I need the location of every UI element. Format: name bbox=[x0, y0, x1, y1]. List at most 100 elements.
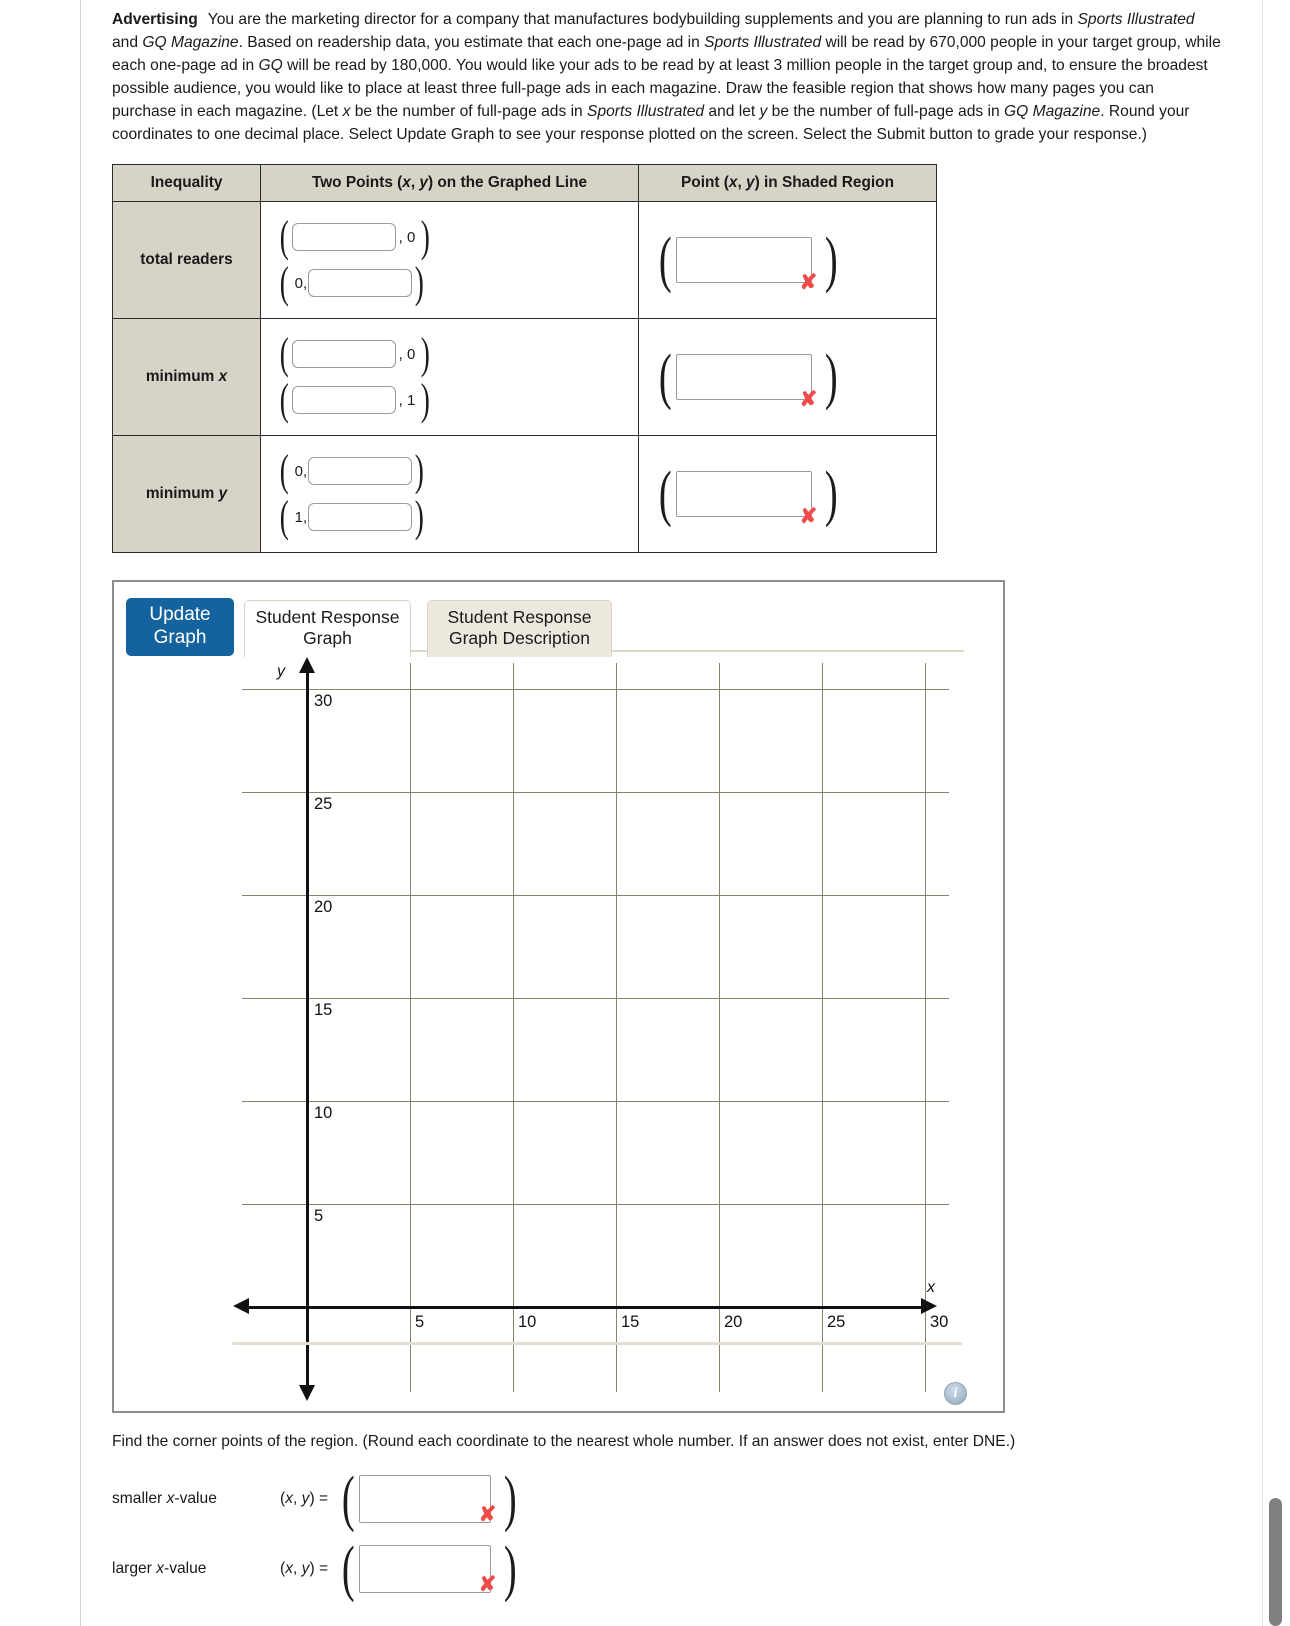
y-coordinate-input-r2-p0[interactable] bbox=[308, 457, 413, 486]
shaded-point-cell: (✘) bbox=[638, 435, 937, 554]
shaded-point-cell: (✘) bbox=[638, 201, 937, 320]
emphasis-text: GQ Magazine bbox=[142, 34, 239, 52]
x-axis bbox=[248, 1306, 925, 1309]
emphasis-text: Sports Illustrated bbox=[587, 103, 705, 121]
x-coordinate-input-r1-p1[interactable] bbox=[291, 386, 396, 415]
gridline-horizontal-15 bbox=[242, 998, 949, 999]
fixed-x-value: 1, bbox=[294, 508, 308, 526]
table-row: total readers (, 0)(0,) (✘) bbox=[112, 201, 937, 320]
corner-point-equation-1: (x, y) = bbox=[280, 1560, 329, 1578]
gridline-vertical-10 bbox=[513, 663, 514, 1392]
header-inequality: Inequality bbox=[112, 164, 261, 203]
table-header-row: Inequality Two Points (x, y) on the Grap… bbox=[112, 164, 937, 203]
shaded-coordinate-entry: (✘) bbox=[658, 460, 838, 529]
fixed-y-value: , 0 bbox=[398, 228, 416, 246]
emphasis-text: Sports Illustrated bbox=[704, 34, 822, 52]
gridline-vertical-20 bbox=[719, 663, 720, 1392]
corner-point-label-1: larger x-value bbox=[112, 1560, 207, 1578]
body-text: be the number of full-page ads in bbox=[350, 103, 588, 121]
coordinate-pair: (, 0) bbox=[279, 212, 431, 262]
shaded-point-input-r1[interactable] bbox=[675, 354, 812, 401]
corner-points-prompt: Find the corner points of the region. (R… bbox=[112, 1433, 1016, 1450]
inequality-table: Inequality Two Points (x, y) on the Grap… bbox=[112, 164, 937, 554]
corner-point-input-1[interactable] bbox=[358, 1545, 491, 1594]
y-axis-arrow-up bbox=[299, 657, 315, 673]
corner-point-row-1: larger x-value (x, y) = (✘) bbox=[112, 1535, 518, 1604]
panel-bottom-rule bbox=[232, 1342, 962, 1345]
page-left-divider bbox=[80, 0, 81, 1626]
shaded-point-input-r2[interactable] bbox=[675, 471, 812, 518]
y-axis-label: y bbox=[277, 663, 285, 680]
y-tick-label-25: 25 bbox=[314, 795, 333, 813]
shaded-point-cell: (✘) bbox=[638, 318, 937, 437]
graph-canvas[interactable]: 5 10 15 20 25 30 5 10 15 20 25 30 y x i bbox=[114, 652, 1003, 1412]
x-tick-label-30: 30 bbox=[930, 1313, 949, 1331]
x-axis-arrow-right bbox=[921, 1298, 937, 1314]
vertical-scrollbar-thumb[interactable] bbox=[1269, 1498, 1282, 1626]
y-tick-label-15: 15 bbox=[314, 1001, 333, 1019]
tab-graph-line1: Student Response bbox=[255, 607, 400, 627]
tab-desc-line2: Graph Description bbox=[448, 628, 591, 649]
incorrect-answer-icon: ✘ bbox=[799, 271, 818, 295]
tab-student-response-graph[interactable]: Student Response Graph bbox=[244, 600, 411, 657]
page-content: Advertising You are the marketing directo… bbox=[112, 0, 1222, 554]
x-tick-label-15: 15 bbox=[621, 1313, 640, 1331]
gridline-vertical-5 bbox=[410, 663, 411, 1392]
shaded-coordinate-entry: (✘) bbox=[658, 343, 838, 412]
y-tick-label-20: 20 bbox=[314, 898, 333, 916]
coordinate-pair: (0,) bbox=[279, 258, 425, 308]
two-points-cell: (0,)(1,) bbox=[260, 435, 639, 554]
fixed-x-value: 0, bbox=[294, 462, 308, 480]
x-coordinate-input-r0-p0[interactable] bbox=[291, 223, 396, 252]
x-tick-label-25: 25 bbox=[827, 1313, 846, 1331]
gridline-vertical-15 bbox=[616, 663, 617, 1392]
corner-point-input-0[interactable] bbox=[358, 1475, 491, 1524]
corner-points-section: Find the corner points of the region. (R… bbox=[112, 1430, 1222, 1604]
body-text: . Based on readership data, you estimate… bbox=[238, 34, 705, 52]
shaded-point-input-r0[interactable] bbox=[675, 237, 812, 284]
gridline-horizontal-20 bbox=[242, 895, 949, 896]
y-coordinate-input-r2-p1[interactable] bbox=[308, 503, 413, 532]
row-label-total-readers: total readers bbox=[112, 201, 261, 320]
incorrect-answer-icon: ✘ bbox=[799, 388, 818, 412]
coordinate-pair: (0,) bbox=[279, 446, 425, 496]
table-row: minimum y(0,)(1,)(✘) bbox=[112, 435, 937, 554]
gridline-horizontal-30 bbox=[242, 689, 949, 690]
update-graph-button[interactable]: Update Graph bbox=[126, 598, 234, 656]
problem-body: You are the marketing director for a com… bbox=[112, 11, 1221, 143]
header-two-points: Two Points (x, y) on the Graphed Line bbox=[260, 164, 639, 203]
coordinate-pair: (, 1) bbox=[279, 375, 431, 425]
x-tick-label-20: 20 bbox=[724, 1313, 743, 1331]
y-axis-arrow-down bbox=[299, 1385, 315, 1401]
emphasis-text: Sports Illustrated bbox=[1077, 11, 1195, 28]
problem-statement: Advertising You are the marketing directo… bbox=[112, 0, 1222, 146]
x-axis-label: x bbox=[927, 1279, 935, 1296]
y-coordinate-input-r0-p1[interactable] bbox=[308, 269, 413, 298]
gridline-vertical-30 bbox=[925, 663, 926, 1392]
body-text: be the number of full-page ads in bbox=[767, 103, 1004, 121]
fixed-y-value: , 1 bbox=[398, 391, 416, 409]
tab-desc-line1: Student Response bbox=[447, 607, 592, 627]
x-axis-arrow-left bbox=[233, 1298, 249, 1314]
corner-point-label-0: smaller x-value bbox=[112, 1490, 217, 1508]
two-points-cell: (, 0)(, 1) bbox=[260, 318, 639, 437]
coordinate-pair: (1,) bbox=[279, 492, 425, 542]
info-icon[interactable]: i bbox=[944, 1382, 967, 1405]
emphasis-text: GQ bbox=[258, 57, 283, 75]
y-axis bbox=[306, 671, 309, 1387]
incorrect-answer-icon: ✘ bbox=[478, 1503, 497, 1527]
x-coordinate-input-r1-p0[interactable] bbox=[291, 340, 396, 369]
table-row: minimum x(, 0)(, 1)(✘) bbox=[112, 318, 937, 437]
tab-student-response-graph-description[interactable]: Student Response Graph Description bbox=[427, 600, 612, 657]
student-response-graph-panel: Update Graph Student Response Graph Stud… bbox=[112, 580, 1005, 1413]
coordinate-pair: (, 0) bbox=[279, 329, 431, 379]
incorrect-answer-icon: ✘ bbox=[478, 1573, 497, 1597]
corner-point-row-0: smaller x-value (x, y) = (✘) bbox=[112, 1465, 518, 1534]
gridline-vertical-25 bbox=[822, 663, 823, 1392]
gridline-horizontal-25 bbox=[242, 792, 949, 793]
update-graph-line2: Graph bbox=[153, 627, 207, 648]
row-label-minimum-y: minimum y bbox=[112, 435, 261, 554]
page-right-divider bbox=[1262, 0, 1263, 1626]
x-tick-label-5: 5 bbox=[415, 1313, 425, 1331]
tab-graph-line2: Graph bbox=[303, 628, 352, 649]
